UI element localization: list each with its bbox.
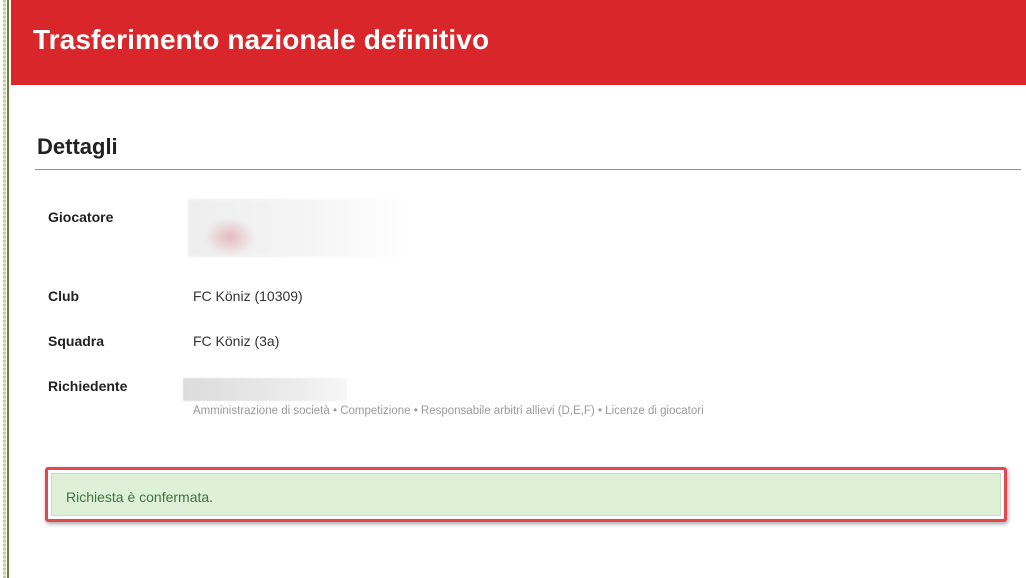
player-value-redacted xyxy=(188,199,410,257)
team-value: FC Köniz (3a) xyxy=(193,333,280,349)
player-label: Giocatore xyxy=(48,209,114,225)
page: Trasferimento nazionale definitivo Detta… xyxy=(0,0,1026,578)
club-label: Club xyxy=(48,288,80,304)
requester-label: Richiedente xyxy=(48,378,128,394)
success-alert-message: Richiesta è confermata. xyxy=(66,489,214,505)
section-title-details: Dettagli xyxy=(37,134,118,159)
alert-highlight-frame: Richiesta è confermata. xyxy=(45,467,1007,522)
section-divider xyxy=(35,169,1021,170)
team-label: Squadra xyxy=(48,333,105,349)
page-title: Trasferimento nazionale definitivo xyxy=(33,24,490,55)
page-header: Trasferimento nazionale definitivo xyxy=(11,0,1026,85)
left-edge-border xyxy=(0,0,9,578)
requester-value-redacted xyxy=(183,378,347,401)
requester-roles: Amministrazione di società • Competizion… xyxy=(193,405,704,417)
success-alert: Richiesta è confermata. xyxy=(51,473,1001,516)
club-value: FC Köniz (10309) xyxy=(193,288,303,304)
